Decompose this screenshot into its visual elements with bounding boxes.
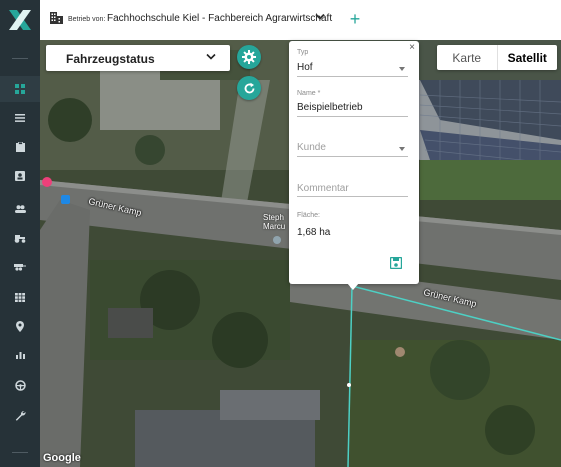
wrench-icon [15,410,26,421]
chevron-down-icon[interactable] [315,13,325,21]
sidebar-item-clipboard[interactable] [0,134,40,160]
contact-card-icon [15,171,25,181]
sidebar-item-settings[interactable] [0,402,40,428]
building-icon [50,12,63,24]
kunde-underline [297,156,408,157]
map-type-satellit[interactable]: Satellit [496,45,558,70]
sidebar [0,0,40,467]
betrieb-selector[interactable]: Fachhochschule Kiel - Fachbereich Agrarw… [107,13,332,24]
add-betrieb-button[interactable]: + [346,9,364,29]
steering-wheel-icon [14,379,26,391]
sidebar-item-grid[interactable] [0,284,40,310]
sidebar-item-contact[interactable] [0,163,40,189]
vehicle-status-label: Fahrzeugstatus [66,52,155,66]
flaeche-label: Fläche: [297,212,320,219]
flaeche-value: 1,68 ha [297,227,331,238]
typ-label: Typ [297,49,309,56]
kommentar-underline [297,196,408,197]
sidebar-item-driver[interactable] [0,372,40,398]
google-logo[interactable]: Google [43,452,81,464]
sidebar-item-tractor[interactable] [0,225,40,251]
app-logo[interactable] [0,0,40,40]
name-input[interactable]: Beispielbetrieb [297,102,363,113]
dropdown-arrow-icon [399,147,405,151]
dropdown-arrow-icon [399,67,405,71]
chevron-down-icon [206,53,216,60]
tractor-icon [14,234,26,243]
sidebar-item-reports[interactable] [0,342,40,368]
sidebar-divider-bottom [12,452,28,453]
map-type-control: Karte Satellit [437,45,557,70]
poi-label-line2: Marcu [263,222,286,231]
sidebar-item-trailer[interactable] [0,254,40,280]
gear-icon [242,50,256,64]
typ-underline [297,76,408,77]
sidebar-item-location[interactable] [0,313,40,339]
typ-select[interactable]: Hof [297,62,313,73]
refresh-button[interactable] [237,76,261,100]
location-info-popup: × Typ Hof Name * Beispielbetrieb Kunde K… [289,41,419,284]
popup-pointer [347,283,359,290]
settings-button[interactable] [237,45,261,69]
save-icon[interactable] [390,257,402,269]
grid-icon [15,292,25,302]
name-underline [297,116,408,117]
clipboard-icon [15,142,25,152]
refresh-icon [244,82,254,93]
sidebar-item-users[interactable] [0,196,40,222]
map-type-karte[interactable]: Karte [437,45,497,70]
betrieb-label: Betrieb von: [68,16,106,23]
bar-chart-icon [15,352,25,359]
top-bar: Betrieb von: Fachhochschule Kiel - Fachb… [40,0,561,40]
vehicle-status-select[interactable]: Fahrzeugstatus [46,45,230,71]
sidebar-item-list[interactable] [0,105,40,131]
sidebar-item-dashboard[interactable] [0,76,40,102]
poi-label: Steph Marcu [263,213,285,231]
list-icon [15,114,25,122]
kommentar-input[interactable]: Kommentar [297,183,349,194]
map-pin-icon [16,320,24,332]
kunde-select[interactable]: Kunde [297,142,326,153]
dashboard-icon [15,84,25,94]
name-label: Name * [297,90,321,97]
trailer-icon [14,264,26,271]
poi-label-line1: Steph [263,213,284,222]
close-button[interactable]: × [409,42,415,53]
users-icon [14,205,26,213]
sidebar-divider [12,58,28,59]
